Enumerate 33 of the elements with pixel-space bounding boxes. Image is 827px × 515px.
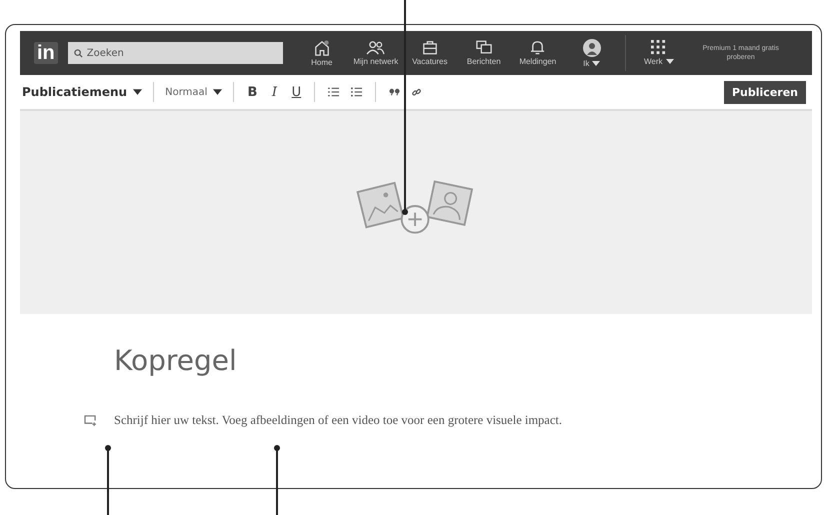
caret-icon: [213, 89, 222, 95]
nav-item[interactable]: Ik: [564, 38, 619, 68]
chat-icon: [476, 40, 492, 55]
people-icon: [366, 40, 386, 55]
nav-item[interactable]: Werk: [632, 40, 686, 66]
search-field[interactable]: Zoeken: [68, 42, 283, 64]
nav-item[interactable]: Berichten: [456, 40, 511, 66]
caret-icon: [133, 89, 142, 95]
leader-line: [105, 445, 111, 515]
add-media-icon[interactable]: [84, 415, 97, 426]
nav-item[interactable]: Mijn netwerk: [348, 40, 403, 66]
format-button[interactable]: B: [245, 84, 260, 100]
leader-line: [274, 445, 280, 515]
publish-button[interactable]: Publiceren: [724, 80, 806, 104]
bell-icon: [530, 40, 546, 55]
publication-menu[interactable]: Publicatiemenu: [22, 85, 142, 99]
nav-item[interactable]: Home: [294, 40, 349, 66]
format-button[interactable]: U: [289, 84, 304, 100]
bullet-list-icon[interactable]: [351, 87, 362, 97]
avatar-icon: [582, 38, 601, 56]
nav-item[interactable]: Vacatures: [402, 40, 457, 66]
briefcase-icon: [422, 40, 438, 55]
nav-item[interactable]: Meldingen: [510, 40, 565, 66]
home-icon: [312, 40, 331, 56]
format-button[interactable]: I: [267, 84, 282, 100]
style-dropdown[interactable]: Normaal: [165, 86, 222, 98]
logo[interactable]: in: [34, 42, 58, 64]
body-text-field[interactable]: Schrijf hier uw tekst. Voeg afbeeldingen of een video toe voor een grotere visuele impact.: [114, 413, 562, 428]
grid-icon: [651, 40, 666, 55]
link-icon[interactable]: [412, 88, 422, 96]
quote-icon[interactable]: [389, 88, 400, 96]
headline-field[interactable]: Kopregel: [114, 344, 812, 377]
numbered-list-icon[interactable]: [328, 87, 340, 97]
